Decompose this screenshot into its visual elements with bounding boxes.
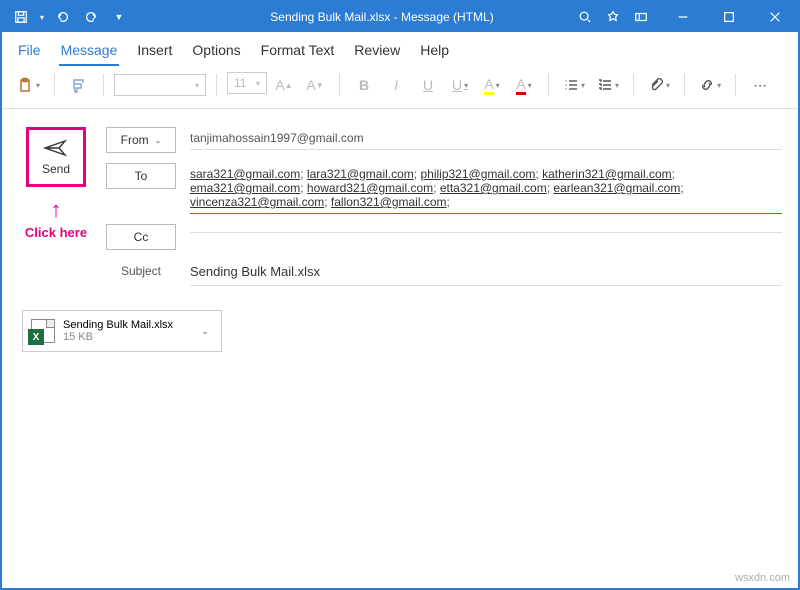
increase-font-icon[interactable]: A▲ (270, 72, 298, 98)
subject-label: Subject (106, 260, 176, 278)
link-button[interactable]: ▾ (695, 72, 725, 98)
window-controls (660, 4, 798, 30)
highlight-color-button[interactable]: A▾ (478, 72, 506, 98)
separator (339, 74, 340, 96)
redo-icon[interactable] (78, 4, 104, 30)
from-label: From (121, 133, 149, 147)
tab-options[interactable]: Options (190, 38, 242, 66)
minimize-button[interactable] (660, 4, 706, 30)
watermark: wsxdn.com (735, 572, 790, 584)
separator (684, 74, 685, 96)
separator (54, 74, 55, 96)
title-search-area (566, 4, 660, 30)
attach-file-button[interactable]: ▾ (644, 72, 674, 98)
compose-area: Send ↑ Click here From⌄ tanjimahossain19… (2, 109, 798, 296)
recipient-link[interactable]: philip321@gmail.com (420, 167, 535, 181)
recipient-link[interactable]: earlean321@gmail.com (553, 181, 680, 195)
send-button-label: Send (42, 162, 70, 176)
italic-button[interactable]: I (382, 72, 410, 98)
send-button[interactable]: Send (26, 127, 86, 187)
separator (735, 74, 736, 96)
ribbon-tabs: File Message Insert Options Format Text … (2, 32, 798, 66)
separator (216, 74, 217, 96)
recipient-link[interactable]: howard321@gmail.com (307, 181, 433, 195)
tab-message[interactable]: Message (59, 38, 120, 66)
to-label: To (135, 169, 148, 183)
tab-insert[interactable]: Insert (135, 38, 174, 66)
separator (103, 74, 104, 96)
recipient-link[interactable]: vincenza321@gmail.com (190, 195, 324, 209)
recipient-link[interactable]: fallon321@gmail.com (331, 195, 447, 209)
font-size-value: 11 (234, 76, 246, 90)
save-icon[interactable] (8, 4, 34, 30)
attachment-item[interactable]: X Sending Bulk Mail.xlsx 15 KB ⌄ (22, 310, 222, 352)
numbering-button[interactable]: ▾ (593, 72, 623, 98)
cc-label: Cc (134, 230, 149, 244)
font-name-selector[interactable]: ▾ (114, 74, 206, 96)
close-button[interactable] (752, 4, 798, 30)
tab-review[interactable]: Review (352, 38, 402, 66)
tab-file[interactable]: File (16, 38, 43, 66)
excel-file-icon: X (31, 319, 55, 343)
ribbon-toolbar: ▾ ▾ 11▾ A▲ A▼ B I U U▾ A▾ A▾ ▾ (2, 66, 798, 109)
window-title: Sending Bulk Mail.xlsx - Message (HTML) (138, 10, 566, 24)
subject-field[interactable]: Sending Bulk Mail.xlsx (190, 260, 782, 286)
from-button[interactable]: From⌄ (106, 127, 176, 153)
attachment-size: 15 KB (63, 331, 189, 343)
bullets-button[interactable]: ▾ (559, 72, 589, 98)
underline-button[interactable]: U (414, 72, 442, 98)
attachment-name: Sending Bulk Mail.xlsx (63, 319, 189, 331)
separator (548, 74, 549, 96)
tab-format-text[interactable]: Format Text (259, 38, 337, 66)
decrease-font-icon[interactable]: A▼ (301, 72, 329, 98)
premium-icon[interactable] (600, 4, 626, 30)
quick-access-toolbar: ▾ ▼ (2, 4, 138, 30)
separator (633, 74, 634, 96)
save-dropdown-icon[interactable]: ▾ (36, 4, 48, 30)
outlook-compose-window: ▾ ▼ Sending Bulk Mail.xlsx - Message (HT… (0, 0, 800, 590)
underline-double-button[interactable]: U▾ (446, 72, 474, 98)
recipient-link[interactable]: ema321@gmail.com (190, 181, 300, 195)
paste-button[interactable]: ▾ (14, 72, 44, 98)
cc-field[interactable] (190, 224, 782, 233)
recipient-link[interactable]: sara321@gmail.com (190, 167, 300, 181)
maximize-button[interactable] (706, 4, 752, 30)
recipient-link[interactable]: lara321@gmail.com (307, 167, 414, 181)
titlebar: ▾ ▼ Sending Bulk Mail.xlsx - Message (HT… (2, 2, 798, 32)
search-icon[interactable] (572, 4, 598, 30)
recipient-link[interactable]: etta321@gmail.com (440, 181, 547, 195)
to-button[interactable]: To (106, 163, 176, 189)
from-value[interactable]: tanjimahossain1997@gmail.com (190, 127, 782, 150)
attachment-dropdown-icon[interactable]: ⌄ (197, 326, 213, 337)
bold-button[interactable]: B (350, 72, 378, 98)
font-color-button[interactable]: A▾ (510, 72, 538, 98)
undo-icon[interactable] (50, 4, 76, 30)
cc-button[interactable]: Cc (106, 224, 176, 250)
font-size-selector[interactable]: 11▾ (227, 72, 267, 94)
ribbon-display-icon[interactable] (628, 4, 654, 30)
more-commands-button[interactable]: ⋯ (746, 72, 774, 98)
header-fields: From⌄ tanjimahossain1997@gmail.com To sa… (106, 127, 782, 286)
recipient-link[interactable]: katherin321@gmail.com (542, 167, 672, 181)
attachment-area: X Sending Bulk Mail.xlsx 15 KB ⌄ (2, 296, 798, 366)
annotation-arrow-icon: ↑ (51, 197, 62, 223)
tab-help[interactable]: Help (418, 38, 451, 66)
customize-qat-icon[interactable]: ▼ (106, 4, 132, 30)
format-painter-button[interactable] (65, 72, 93, 98)
to-field[interactable]: sara321@gmail.com; lara321@gmail.com; ph… (190, 163, 782, 214)
annotation-text: Click here (25, 225, 87, 240)
